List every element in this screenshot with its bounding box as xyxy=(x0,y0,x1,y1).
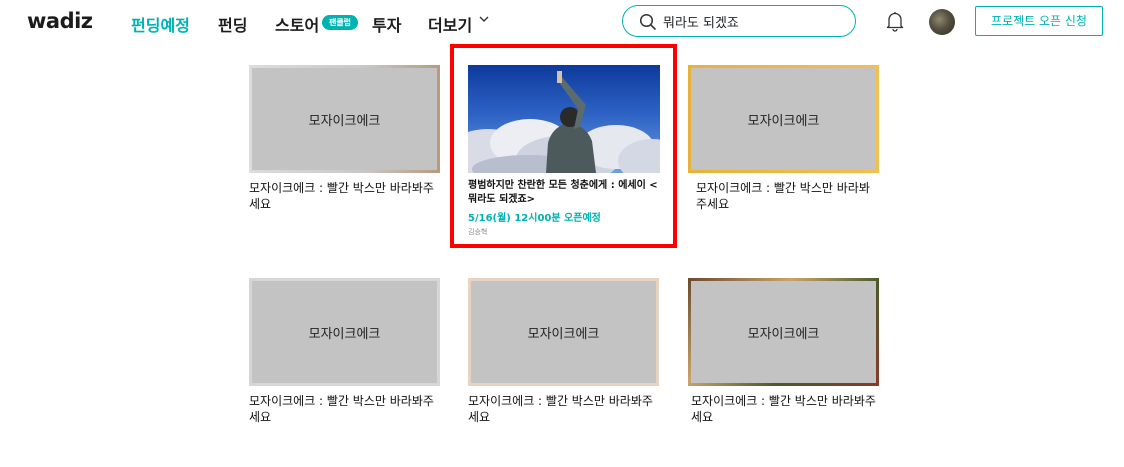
mosaic-overlay: 모자이크에크 xyxy=(471,281,656,383)
featured-maker[interactable]: 김승혁 xyxy=(468,227,660,237)
featured-open-date: 5/16(월) 12시00분 오픈예정 xyxy=(468,213,601,224)
card-title[interactable]: 모자이크에크 : 빨간 박스만 바라봐주세요 xyxy=(249,393,440,425)
nav-store[interactable]: 스토어 xyxy=(275,12,319,36)
chevron-down-icon[interactable] xyxy=(478,13,490,25)
mosaic-overlay: 모자이크에크 xyxy=(252,68,437,170)
project-card[interactable]: 모자이크에크 모자이크에크 : 빨간 박스만 바라봐주세요 xyxy=(688,65,879,212)
card-thumbnail[interactable]: 모자이크에크 xyxy=(249,278,440,386)
project-card[interactable]: 모자이크에크 모자이크에크 : 빨간 박스만 바라봐주세요 xyxy=(688,278,879,425)
card-thumbnail[interactable]: 모자이크에크 xyxy=(688,65,879,173)
mosaic-overlay: 모자이크에크 xyxy=(691,68,876,170)
store-badge: 팬클럽 xyxy=(322,15,358,30)
card-title[interactable]: 모자이크에크 : 빨간 박스만 바라봐주세요 xyxy=(468,393,659,425)
featured-title[interactable]: 평범하지만 찬란한 모든 청춘에게 : 에세이 <뭐라도 되겠죠> xyxy=(468,179,660,207)
nav-invest[interactable]: 투자 xyxy=(372,12,401,36)
search-input[interactable] xyxy=(663,10,843,32)
nav-funding[interactable]: 펀딩 xyxy=(218,12,247,36)
nav-upcoming-funding[interactable]: 펀딩예정 xyxy=(131,12,190,36)
project-card[interactable]: 모자이크에크 모자이크에크 : 빨간 박스만 바라봐주세요 xyxy=(468,278,659,425)
bell-icon[interactable] xyxy=(885,10,905,32)
card-title[interactable]: 모자이크에크 : 빨간 박스만 바라봐주세요 xyxy=(696,180,880,212)
card-thumbnail[interactable]: 모자이크에크 xyxy=(249,65,440,173)
site-header: wadiz 펀딩예정 펀딩 스토어 팬클럽 투자 더보기 프로젝트 오픈 신청 xyxy=(0,0,1124,44)
search-box[interactable] xyxy=(622,5,856,37)
wadiz-logo[interactable]: wadiz xyxy=(27,9,93,33)
nav-more[interactable]: 더보기 xyxy=(428,12,472,36)
mosaic-overlay: 모자이크에크 xyxy=(691,281,876,383)
project-card[interactable]: 모자이크에크 모자이크에크 : 빨간 박스만 바라봐주세요 xyxy=(249,65,440,212)
card-title[interactable]: 모자이크에크 : 빨간 박스만 바라봐주세요 xyxy=(249,180,440,212)
card-thumbnail[interactable]: 모자이크에크 xyxy=(468,278,659,386)
open-project-button[interactable]: 프로젝트 오픈 신청 xyxy=(975,6,1103,36)
clouds-person-illustration xyxy=(468,71,660,173)
card-title[interactable]: 모자이크에크 : 빨간 박스만 바라봐주세요 xyxy=(691,393,879,425)
featured-thumbnail[interactable] xyxy=(468,65,660,173)
search-icon[interactable] xyxy=(639,13,657,31)
featured-project-card[interactable]: 평범하지만 찬란한 모든 청춘에게 : 에세이 <뭐라도 되겠죠> 5/16(월… xyxy=(468,65,660,237)
project-card[interactable]: 모자이크에크 모자이크에크 : 빨간 박스만 바라봐주세요 xyxy=(249,278,440,425)
user-avatar[interactable] xyxy=(929,9,955,35)
card-thumbnail[interactable]: 모자이크에크 xyxy=(688,278,879,386)
mosaic-overlay: 모자이크에크 xyxy=(252,281,437,383)
